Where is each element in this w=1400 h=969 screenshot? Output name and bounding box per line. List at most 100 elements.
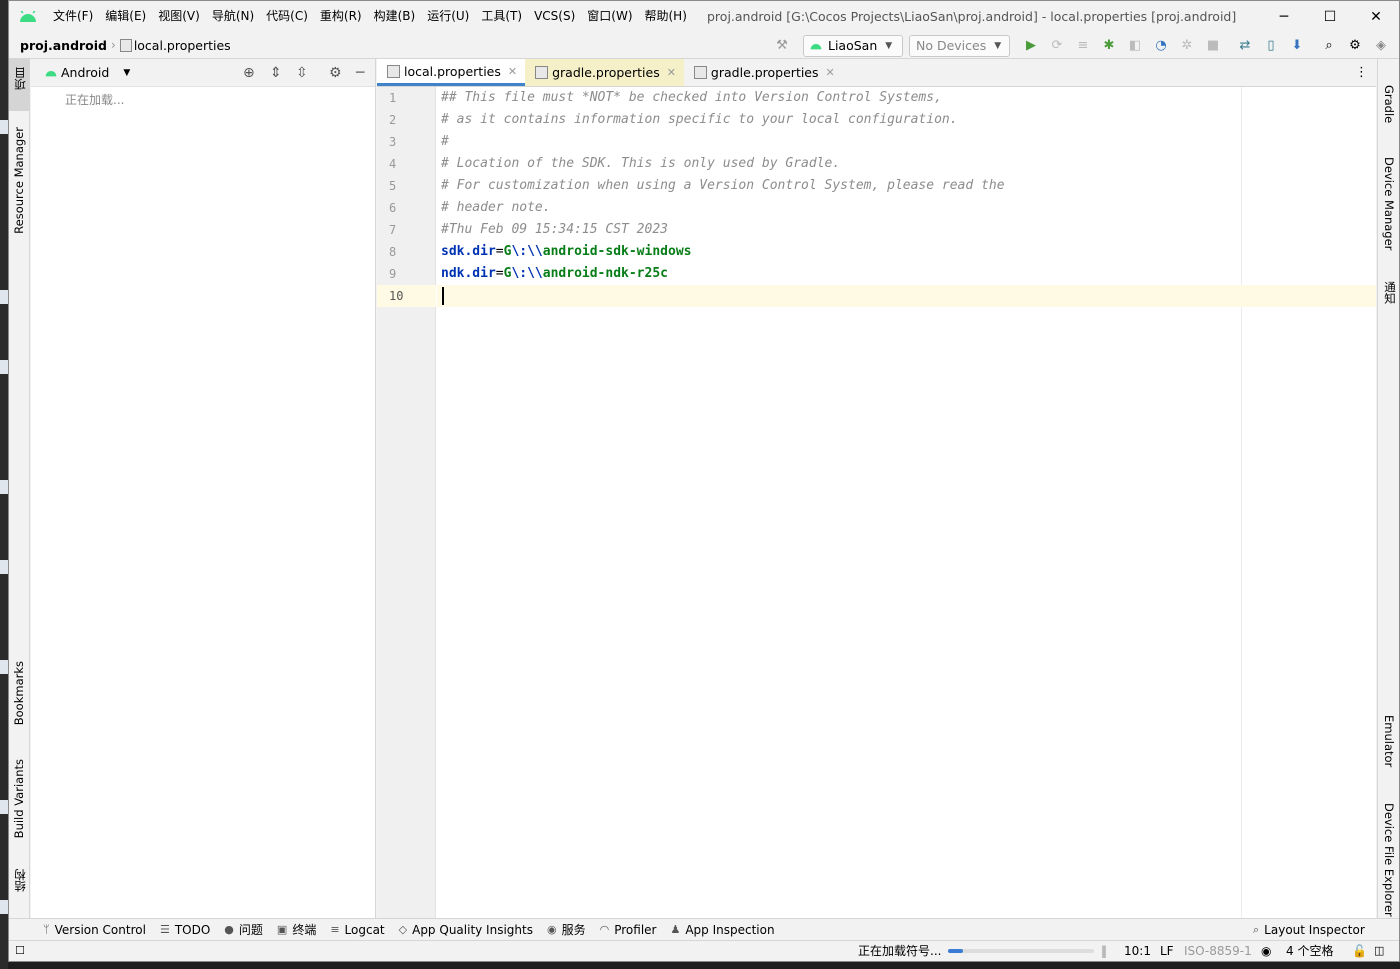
emulator-tool-label[interactable]: Emulator [1382,715,1396,767]
build-variants-label[interactable]: Build Variants [12,759,26,838]
resource-manager-label[interactable]: Resource Manager [12,127,26,234]
run-icon[interactable]: ▶ [1018,38,1044,53]
menu-tools[interactable]: 工具(T) [475,1,528,32]
menu-build[interactable]: 构建(B) [368,1,422,32]
notifications-tool-label[interactable]: 通知 [1382,281,1398,304]
breadcrumb-file[interactable]: local.properties [134,38,231,53]
caret-position[interactable]: 10:1 [1124,941,1151,961]
todo-tool[interactable]: ☰ TODO [160,923,210,937]
tool-label: 服务 [561,923,586,937]
minimize-button[interactable]: ─ [1261,1,1307,32]
eye-icon[interactable]: ◉ [1261,941,1271,961]
search-icon[interactable]: ⌕ [1316,38,1342,53]
device-manager-icon[interactable]: ▯ [1258,38,1284,53]
update-icon[interactable]: ◈ [1368,38,1394,53]
status-toggle-icon[interactable]: ☐ [15,941,25,961]
tab-gradle-properties-2[interactable]: gradle.properties ✕ [684,59,843,86]
sdk-manager-icon[interactable]: ⬇ [1284,38,1310,53]
debug-icon[interactable]: ✱ [1096,38,1122,53]
code-line: sdk.dir=G\:\\android-sdk-windows [441,241,691,263]
logcat-tool[interactable]: ≡ Logcat [330,923,384,937]
notification-icon[interactable]: ◫ [1374,941,1384,961]
stop-icon[interactable]: ■ [1200,38,1226,53]
tab-gradle-properties[interactable]: gradle.properties ✕ [525,59,684,86]
device-file-explorer-tool-label[interactable]: Device File Explorer [1382,803,1396,917]
apply-code-changes-icon[interactable]: ≡ [1070,38,1096,53]
project-view-label[interactable]: Android [61,65,109,80]
indent-setting[interactable]: 4 个空格 [1286,941,1333,961]
menu-view[interactable]: 视图(V) [152,1,206,32]
tab-label: gradle.properties [552,65,660,80]
menu-edit[interactable]: 编辑(E) [99,1,152,32]
tab-local-properties[interactable]: local.properties ✕ [377,59,526,86]
properties-file-icon [387,64,400,78]
menu-window[interactable]: 窗口(W) [581,1,638,32]
run-config-select[interactable]: LiaoSan ▼ [803,34,903,57]
apply-changes-icon[interactable]: ⟳ [1044,38,1070,53]
expand-all-icon[interactable]: ⇕ [270,59,282,87]
version-control-tool[interactable]: ᛘ Version Control [43,923,146,937]
more-options-icon[interactable]: ⋮ [1355,65,1368,80]
android-logo-icon [9,1,47,32]
device-select[interactable]: No Devices ▼ [909,34,1010,57]
title-bar: 文件(F) 编辑(E) 视图(V) 导航(N) 代码(C) 重构(R) 构建(B… [9,1,1399,32]
line-number-gutter: 1 2 3 4 5 6 7 8 9 10 [377,87,436,918]
maximize-button[interactable]: ☐ [1307,1,1353,32]
editor-tab-bar: local.properties ✕ gradle.properties ✕ g… [377,59,1376,87]
tab-label: gradle.properties [710,65,819,80]
code-line: ndk.dir=G\:\\android-ndk-r25c [441,263,668,285]
status-task-text[interactable]: 正在加载符号... [858,941,941,961]
gradle-tool-label[interactable]: Gradle [1382,85,1396,123]
status-progress-bar [948,949,1094,953]
menu-run[interactable]: 运行(U) [421,1,475,32]
close-tab-icon[interactable]: ✕ [508,65,517,78]
menu-vcs[interactable]: VCS(S) [528,1,581,32]
close-button[interactable]: ✕ [1353,1,1399,32]
menu-navigate[interactable]: 导航(N) [206,1,260,32]
layout-inspector-tool[interactable]: ⌕ Layout Inspector [1253,923,1365,937]
code-editor[interactable]: ## This file must *NOT* be checked into … [437,87,1376,918]
line-number: 3 [389,135,397,149]
app-inspection-tool[interactable]: ♟ App Inspection [670,923,774,937]
code-line: #Thu Feb 09 15:34:15 CST 2023 [441,222,668,237]
lock-icon[interactable]: 🔓 [1352,941,1367,961]
collapse-all-icon[interactable]: ⇳ [296,59,308,87]
structure-label[interactable]: 结构 [12,869,28,892]
file-encoding[interactable]: ISO-8859-1 [1184,941,1252,961]
sync-gradle-icon[interactable]: ⇄ [1232,38,1258,53]
close-tab-icon[interactable]: ✕ [826,66,835,79]
menu-code[interactable]: 代码(C) [260,1,314,32]
attach-debugger-icon[interactable]: ◧ [1122,38,1148,53]
problems-tool[interactable]: ● 问题 [224,921,263,938]
settings-gear-icon[interactable]: ⚙ [1342,38,1368,53]
line-separator[interactable]: LF [1160,941,1174,961]
close-tab-icon[interactable]: ✕ [667,66,676,79]
attach-process-icon[interactable]: ✲ [1174,38,1200,53]
services-tool[interactable]: ◉ 服务 [547,921,586,938]
terminal-tool[interactable]: ▣ 终端 [277,921,316,938]
pause-icon[interactable]: ‖ [1101,941,1107,961]
menu-refactor[interactable]: 重构(R) [314,1,368,32]
chevron-down-icon[interactable]: ▼ [123,68,130,78]
project-tool-label[interactable]: 项目 [12,67,28,90]
options-gear-icon[interactable]: ⚙ [329,59,342,87]
profiler-tool[interactable]: ◠ Profiler [600,923,657,937]
ide-window: 文件(F) 编辑(E) 视图(V) 导航(N) 代码(C) 重构(R) 构建(B… [8,0,1400,962]
tab-label: local.properties [404,63,501,79]
hide-panel-icon[interactable]: ─ [356,59,364,87]
hammer-icon[interactable]: ⚒ [769,38,795,53]
menu-file[interactable]: 文件(F) [47,1,99,32]
breadcrumb-project[interactable]: proj.android [20,38,107,53]
menu-help[interactable]: 帮助(H) [639,1,693,32]
device-manager-tool-label[interactable]: Device Manager [1382,157,1396,250]
app-quality-insights-tool[interactable]: ◇ App Quality Insights [399,923,533,937]
property-key: sdk.dir [441,244,496,259]
line-number: 1 [389,91,397,105]
info-icon: ● [224,923,234,936]
locate-icon[interactable]: ⊕ [243,59,255,87]
properties-file-icon [535,66,549,79]
profile-icon[interactable]: ◔ [1148,38,1174,53]
bookmarks-label[interactable]: Bookmarks [12,661,26,725]
window-title: proj.android [G:\Cocos Projects\LiaoSan\… [707,9,1237,24]
property-value: android-ndk-r25c [542,266,668,281]
